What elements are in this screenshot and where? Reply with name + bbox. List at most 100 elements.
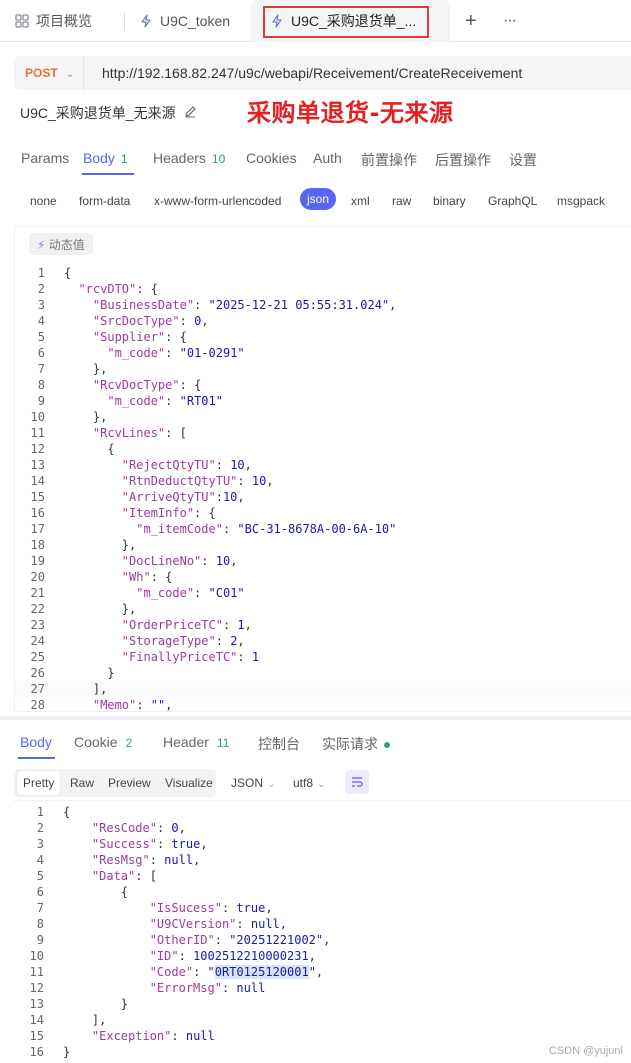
code-line: 2 "ResCode": 0, [14, 820, 631, 836]
tab-project-overview[interactable]: 项目概览 [14, 0, 92, 42]
body-type-binary[interactable]: binary [433, 194, 466, 208]
wrap-lines-icon[interactable] [345, 770, 369, 794]
tab-console[interactable]: 控制台 [258, 734, 300, 754]
code-text: "RtnDeductQtyTU": 10, [121, 474, 274, 488]
code-line: 26 } [15, 665, 631, 681]
tab-settings[interactable]: 设置 [509, 150, 537, 170]
view-visualize[interactable]: Visualize [165, 776, 213, 790]
line-number: 7 [37, 362, 45, 376]
edit-icon[interactable] [184, 105, 197, 121]
body-type-json[interactable]: json [300, 188, 337, 210]
code-line: 17 "m_itemCode": "BC-31-8678A-00-6A-10" [15, 521, 631, 537]
code-text: "DocLineNo": 10, [121, 554, 238, 568]
code-line: 24 "StorageType": 2, [15, 633, 631, 649]
code-text: "m_code": "RT01" [107, 394, 223, 408]
request-body-editor[interactable]: ⚡ 动态值 1{2 "rcvDTO": {3 "BusinessDate": "… [14, 226, 631, 712]
code-line: 10 "ID": 1002512210000231, [14, 948, 631, 964]
code-text: { [63, 805, 71, 819]
response-body-viewer[interactable]: 1 {2 "ResCode": 0, 3 "Success": true, 4 "Re… [14, 800, 631, 1063]
code-text: "m_itemCode": "BC-31-8678A-00-6A-10" [136, 522, 397, 536]
code-text: "IsSucess": true, [149, 901, 273, 915]
highlight-box [263, 6, 429, 38]
tab-u9c-token[interactable]: U9C_token [138, 0, 230, 42]
body-type-msgpack[interactable]: msgpack [557, 194, 605, 208]
code-text: }, [64, 362, 108, 376]
line-number: 16 [29, 1045, 44, 1059]
code-line: 15 "ArriveQtyTU":10, [15, 489, 631, 505]
view-preview[interactable]: Preview [108, 776, 151, 790]
tab-params[interactable]: Params [21, 150, 69, 166]
code-line: 16 "ItemInfo": { [15, 505, 631, 521]
code-line: 25 "FinallyPriceTC": 1 [15, 649, 631, 665]
code-text: "m_code": "C01" [136, 586, 245, 600]
dynamic-value-button[interactable]: ⚡ 动态值 [29, 233, 93, 255]
request-title-row: U9C_采购退货单_无来源 [20, 98, 197, 128]
line-number: 3 [36, 837, 44, 851]
code-line: 15 "Exception": null [14, 1028, 631, 1044]
code-line: 21 "m_code": "C01" [15, 585, 631, 601]
dynamic-value-label: 动态值 [48, 238, 85, 252]
tab-cookies[interactable]: Cookies [246, 150, 297, 166]
line-number: 16 [30, 506, 45, 520]
code-text: "ErrorMsg": null [149, 981, 266, 995]
code-line: 9 "m_code": "RT01" [15, 393, 631, 409]
line-number: 5 [37, 330, 45, 344]
code-line: 3 "Success": true, [14, 836, 631, 852]
body-type-xml[interactable]: xml [351, 194, 370, 208]
view-mode-group: Pretty Raw Preview Visualize [14, 769, 216, 797]
tab-response-header[interactable]: Header 11 [163, 734, 229, 750]
code-text: "Success": true, [91, 837, 208, 851]
body-type-none[interactable]: none [30, 194, 57, 208]
tab-post-ops[interactable]: 后置操作 [435, 150, 491, 170]
line-number: 24 [30, 634, 45, 648]
tab-auth[interactable]: Auth [313, 150, 342, 166]
body-type-raw[interactable]: raw [392, 194, 411, 208]
tab-response-cookie[interactable]: Cookie 2 [74, 734, 132, 750]
watermark: CSDN @yujunl [548, 1045, 623, 1057]
body-type-urlencoded[interactable]: x-www-form-urlencoded [154, 194, 281, 208]
encoding-select[interactable]: utf8 ⌄ [293, 776, 325, 790]
line-number: 12 [29, 981, 44, 995]
code-text: "StorageType": 2, [121, 634, 245, 648]
line-number: 21 [30, 586, 45, 600]
line-number: 15 [29, 1029, 44, 1043]
code-line: 13 "RejectQtyTU": 10, [15, 457, 631, 473]
code-text: "rcvDTO": { [78, 282, 158, 296]
tab-actual-request[interactable]: 实际请求 [322, 734, 390, 754]
tab-pre-ops[interactable]: 前置操作 [361, 150, 417, 170]
code-line: 4 "ResMsg": null, [14, 852, 631, 868]
format-select[interactable]: JSON ⌄ [231, 776, 275, 790]
code-text: "Data": [ [91, 869, 157, 883]
tab-divider [124, 12, 125, 30]
bolt-icon [138, 13, 154, 29]
view-raw[interactable]: Raw [70, 776, 94, 790]
line-number: 11 [29, 965, 44, 979]
code-text: { [63, 885, 129, 899]
line-number: 3 [37, 298, 45, 312]
more-icon[interactable]: ··· [503, 0, 517, 42]
pane-divider[interactable] [0, 716, 631, 720]
code-text: "m_code": "01-0291" [107, 346, 245, 360]
code-text: "Memo": "", [92, 698, 173, 712]
count-badge: 10 [211, 152, 226, 166]
url-input[interactable]: http://192.168.82.247/u9c/webapi/Receive… [84, 65, 522, 81]
count-badge: 1 [120, 152, 128, 166]
tab-headers[interactable]: Headers 10 [153, 150, 225, 166]
code-line: 5 "Data": [ [14, 868, 631, 884]
view-pretty[interactable]: Pretty [17, 771, 61, 795]
method-select[interactable]: POST ⌄ [14, 56, 84, 90]
body-type-graphql[interactable]: GraphQL [488, 194, 537, 208]
code-text: "ArriveQtyTU":10, [121, 490, 245, 504]
code-text: "BusinessDate": "2025-12-21 05:55:31.024… [92, 298, 397, 312]
tab-body[interactable]: Body 1 [83, 150, 128, 166]
line-number: 2 [36, 821, 44, 835]
add-tab-button[interactable]: + [465, 0, 477, 42]
request-tabs: Params Body 1 Headers 10 Cookies Auth 前置操作… [0, 142, 631, 176]
body-type-form-data[interactable]: form-data [79, 194, 130, 208]
line-number: 1 [36, 805, 44, 819]
tab-response-body[interactable]: Body [20, 734, 52, 750]
code-text: ], [64, 682, 108, 696]
response-tabs: Body Cookie 2 Header 11 控制台 实际请求 [0, 726, 631, 760]
line-number: 6 [37, 346, 45, 360]
code-line: 28 "Memo": "", [15, 697, 631, 712]
